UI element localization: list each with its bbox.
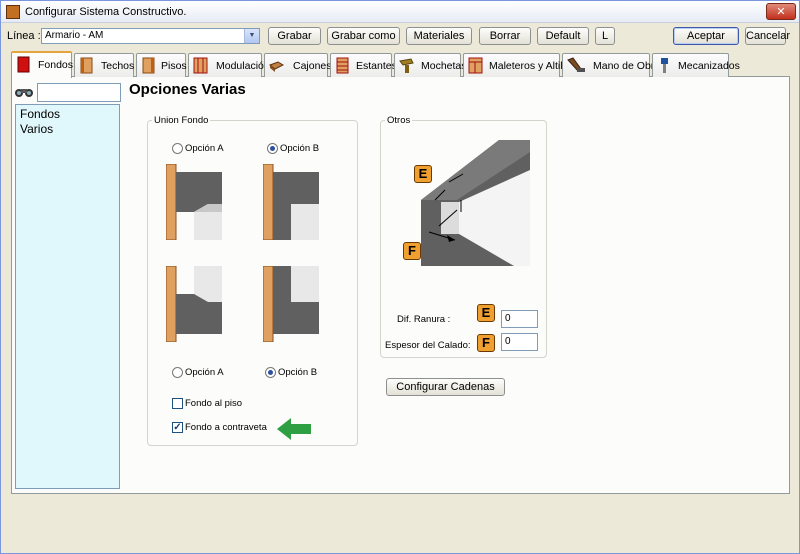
e-marker-diagram: E (414, 165, 432, 183)
linea-select[interactable]: Armario - AM ▼ (41, 28, 260, 44)
dif-ranura-input[interactable]: 0 (501, 310, 538, 328)
borrar-button[interactable]: Borrar (479, 27, 531, 45)
tab-label: Pisos (161, 60, 187, 72)
modulacion-icon (193, 57, 208, 74)
tab-maleteros-altillos[interactable]: Maleteros y Altillos (463, 53, 576, 77)
bottom-option-b-label: Opción B (278, 367, 318, 378)
l-button[interactable]: L (595, 27, 615, 45)
techos-icon (80, 57, 93, 74)
tab-mano-de-obra[interactable]: Mano de Obra (562, 53, 660, 77)
fondo-al-piso-checkbox[interactable] (172, 398, 183, 409)
tab-label: Modulación (216, 60, 270, 72)
tab-label: Mecanizados (678, 60, 740, 72)
search-input[interactable] (37, 83, 121, 102)
default-button[interactable]: Default (537, 27, 589, 45)
tab-fondos[interactable]: Fondos (11, 51, 74, 78)
linea-select-value: Armario - AM (45, 30, 104, 41)
green-arrow-icon (277, 418, 311, 440)
tab-modulacion[interactable]: Modulación (188, 53, 270, 77)
tools-icon (567, 57, 585, 72)
tab-estantes[interactable]: Estantes (330, 53, 397, 77)
union-diagram-bottom-a (166, 266, 222, 342)
configurar-cadenas-button[interactable]: Configurar Cadenas (386, 378, 505, 396)
f-marker-diagram: F (403, 242, 421, 260)
list-item[interactable]: Fondos (20, 107, 60, 121)
grabar-como-button[interactable]: Grabar como (327, 27, 400, 45)
page-title: Opciones Varias (129, 81, 246, 98)
espesor-calado-input[interactable]: 0 (501, 333, 538, 351)
cancelar-button[interactable]: Cancelar (745, 27, 790, 45)
tab-label: Cajones (293, 60, 332, 72)
tab-label: Estantes (356, 60, 397, 72)
fondo-contraveta-label: Fondo a contraveta (185, 422, 267, 433)
close-button[interactable]: ✕ (766, 3, 796, 20)
group-label: Union Fondo (152, 115, 211, 126)
aceptar-button[interactable]: Aceptar (673, 27, 739, 45)
tab-mecanizados[interactable]: Mecanizados (652, 53, 740, 77)
union-diagram-top-b (263, 164, 319, 240)
cajones-icon (269, 61, 284, 72)
fondo-contraveta-checkbox[interactable]: ✓ (172, 422, 183, 433)
bottom-option-b-radio[interactable] (265, 367, 276, 378)
binoculars-icon[interactable] (14, 86, 34, 98)
tab-techos[interactable]: Techos (74, 53, 134, 77)
tab-cajones[interactable]: Cajones (264, 53, 332, 77)
top-option-b-radio[interactable] (267, 143, 278, 154)
union-diagram-top-a (166, 164, 222, 240)
category-list: Fondos Varios (15, 104, 120, 489)
maleteros-icon (468, 57, 483, 74)
tab-pisos[interactable]: Pisos (136, 53, 187, 77)
mochetas-icon (399, 58, 414, 73)
tab-label: Fondos (38, 59, 74, 71)
app-window: Configurar Sistema Constructivo. ✕ Línea… (0, 0, 800, 554)
app-icon (6, 5, 20, 19)
fondo-al-piso-label: Fondo al piso (185, 398, 243, 409)
f-marker: F (477, 334, 495, 352)
linea-label: Línea : (7, 30, 41, 42)
top-option-a-radio[interactable] (172, 143, 183, 154)
drill-icon (661, 58, 668, 73)
tab-label: Mochetas (421, 60, 467, 72)
title-bar: Configurar Sistema Constructivo. ✕ (1, 1, 799, 23)
tab-label: Mano de Obra (593, 60, 661, 72)
dif-ranura-label: Dif. Ranura : (397, 314, 451, 325)
tab-label: Techos (101, 60, 135, 72)
group-label: Otros (385, 115, 413, 126)
union-diagram-bottom-b (263, 266, 319, 342)
bottom-option-a-radio[interactable] (172, 367, 183, 378)
chevron-down-icon[interactable]: ▼ (244, 29, 259, 43)
fondos-icon (17, 56, 30, 73)
pisos-icon (142, 57, 155, 74)
bottom-option-a-label: Opción A (185, 367, 224, 378)
estantes-icon (336, 57, 349, 74)
grabar-button[interactable]: Grabar (268, 27, 321, 45)
materiales-button[interactable]: Materiales (406, 27, 472, 45)
top-option-a-label: Opción A (185, 143, 224, 154)
e-marker: E (477, 304, 495, 322)
top-option-b-label: Opción B (280, 143, 320, 154)
espesor-calado-label: Espesor del Calado: (385, 340, 471, 351)
list-item[interactable]: Varios (20, 122, 53, 136)
tab-mochetas[interactable]: Mochetas (394, 53, 467, 77)
window-title: Configurar Sistema Constructivo. (25, 6, 187, 18)
